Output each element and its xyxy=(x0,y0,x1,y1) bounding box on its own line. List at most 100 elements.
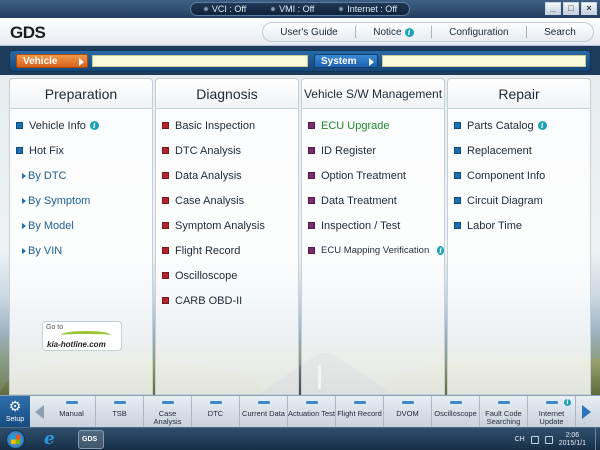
system-button[interactable]: System xyxy=(314,54,378,68)
id-register-item[interactable]: ID Register xyxy=(302,138,444,163)
bullet-icon xyxy=(162,272,169,279)
data-treatment-item[interactable]: Data Treatment xyxy=(302,188,444,213)
data-analysis-label: Data Analysis xyxy=(175,169,242,182)
flight-record-item[interactable]: Flight Record xyxy=(156,238,298,263)
basic-inspection-item[interactable]: Basic Inspection xyxy=(156,113,298,138)
labor-time-item[interactable]: Labor Time xyxy=(448,213,590,238)
ecu-upgrade-item[interactable]: ECU Upgrade xyxy=(302,113,444,138)
inspection-test-item[interactable]: Inspection / Test xyxy=(302,213,444,238)
tab-flight-record[interactable]: Flight Record xyxy=(336,396,384,428)
component-info-item[interactable]: Component Info xyxy=(448,163,590,188)
ecu-upgrade-label: ECU Upgrade xyxy=(321,119,390,132)
scroll-right-button[interactable] xyxy=(580,402,592,422)
arrow-right-icon xyxy=(22,197,26,204)
diagnosis-title: Diagnosis xyxy=(156,79,298,109)
taskbar: e GDS CH 2:06 2015/1/1 xyxy=(0,427,600,450)
configuration-link[interactable]: Configuration xyxy=(432,27,526,38)
kia-hotline-link[interactable]: Go to kia-hotline.com xyxy=(42,321,122,351)
users-guide-link[interactable]: User's Guide xyxy=(263,27,355,38)
by-vin-item[interactable]: By VIN xyxy=(10,238,152,263)
internet-led-icon xyxy=(338,6,345,12)
internet-explorer-icon[interactable]: e xyxy=(40,429,66,449)
show-desktop-button[interactable] xyxy=(595,428,600,450)
symptom-analysis-item[interactable]: Symptom Analysis xyxy=(156,213,298,238)
start-button[interactable] xyxy=(6,430,25,449)
by-dtc-item[interactable]: By DTC xyxy=(10,163,152,188)
oscilloscope-item[interactable]: Oscilloscope xyxy=(156,263,298,288)
vehicle-sw-title: Vehicle S/W Management xyxy=(302,79,444,109)
system-field[interactable] xyxy=(382,55,586,67)
tab-current-data[interactable]: Current Data xyxy=(240,396,288,428)
ecu-mapping-verification-item[interactable]: ECU Mapping Verification i xyxy=(302,238,444,263)
gds-logo: GDS xyxy=(10,23,46,42)
language-indicator[interactable]: CH xyxy=(515,436,525,443)
tab-dtc-label: DTC xyxy=(207,409,224,418)
tab-actuation-test[interactable]: Actuation Test xyxy=(288,396,336,428)
hot-fix-item[interactable]: Hot Fix xyxy=(10,138,152,163)
volume-icon[interactable] xyxy=(544,435,553,444)
search-link[interactable]: Search xyxy=(527,27,593,38)
window-controls: _ □ × xyxy=(545,2,597,15)
by-dtc-label: By DTC xyxy=(28,169,67,182)
bullet-icon xyxy=(162,147,169,154)
car-swoosh-icon xyxy=(61,331,111,339)
tab-dvom[interactable]: DVOM xyxy=(384,396,432,428)
kia-hotline-url: kia-hotline.com xyxy=(47,340,106,349)
by-model-item[interactable]: By Model xyxy=(10,213,152,238)
vehicle-button[interactable]: Vehicle xyxy=(16,54,88,68)
gds-taskbar-button[interactable]: GDS xyxy=(78,430,104,449)
parts-catalog-item[interactable]: Parts Catalog i xyxy=(448,113,590,138)
info-icon: i xyxy=(537,121,547,130)
tab-internet-update[interactable]: i Internet Update xyxy=(528,396,576,428)
vehicle-field[interactable] xyxy=(92,55,308,67)
vehicle-info-item[interactable]: Vehicle Info i xyxy=(10,113,152,138)
dtc-analysis-item[interactable]: DTC Analysis xyxy=(156,138,298,163)
info-icon: i xyxy=(404,27,414,37)
vehicle-sw-column: Vehicle S/W Management ECU Upgrade ID Re… xyxy=(301,78,445,395)
tab-actuation-test-label: Actuation Test xyxy=(288,409,335,418)
vmi-led-icon xyxy=(270,6,277,12)
tab-tsb[interactable]: TSB xyxy=(96,396,144,428)
bullet-icon xyxy=(308,122,315,129)
notice-link[interactable]: Notice i xyxy=(356,27,431,38)
option-treatment-label: Option Treatment xyxy=(321,169,406,182)
preparation-column: Preparation Vehicle Info i Hot Fix By DTC… xyxy=(9,78,153,395)
carb-obd-label: CARB OBD-II xyxy=(175,294,243,307)
tab-case-analysis[interactable]: Case Analysis xyxy=(144,396,192,428)
arrow-right-icon xyxy=(22,172,26,179)
data-analysis-item[interactable]: Data Analysis xyxy=(156,163,298,188)
carb-obd-item[interactable]: CARB OBD-II xyxy=(156,288,298,313)
by-symptom-label: By Symptom xyxy=(28,194,91,207)
option-treatment-item[interactable]: Option Treatment xyxy=(302,163,444,188)
connection-status-bar: VCI : Off VMI : Off Internet : Off xyxy=(190,2,410,16)
oscilloscope-label: Oscilloscope xyxy=(175,269,238,282)
top-menu: User's Guide Notice i Configuration Searc… xyxy=(262,22,594,42)
network-icon[interactable] xyxy=(530,435,539,444)
tab-manual-label: Manual xyxy=(59,409,84,418)
component-info-label: Component Info xyxy=(467,169,546,182)
tab-fault-code-searching[interactable]: Fault Code Searching xyxy=(480,396,528,428)
tab-oscilloscope-label: Oscilloscope xyxy=(434,409,477,418)
bullet-icon xyxy=(162,297,169,304)
bullet-icon xyxy=(162,172,169,179)
bullet-icon xyxy=(162,197,169,204)
clock[interactable]: 2:06 2015/1/1 xyxy=(559,432,586,448)
function-bar: ⚙ Setup Manual TSB Case Analysis DTC Cur… xyxy=(0,395,600,428)
replacement-item[interactable]: Replacement xyxy=(448,138,590,163)
tab-oscilloscope[interactable]: Oscilloscope xyxy=(432,396,480,428)
minimize-button[interactable]: _ xyxy=(545,2,561,15)
by-symptom-item[interactable]: By Symptom xyxy=(10,188,152,213)
tab-manual[interactable]: Manual xyxy=(48,396,96,428)
maximize-button[interactable]: □ xyxy=(563,2,579,15)
case-analysis-item[interactable]: Case Analysis xyxy=(156,188,298,213)
arrow-right-icon xyxy=(369,58,374,66)
setup-button[interactable]: ⚙ Setup xyxy=(0,396,30,428)
vmi-status-label: VMI : Off xyxy=(279,4,315,14)
close-button[interactable]: × xyxy=(581,2,597,15)
ecu-mapping-verification-label: ECU Mapping Verification xyxy=(321,245,430,256)
scroll-left-button[interactable] xyxy=(34,402,46,422)
circuit-diagram-item[interactable]: Circuit Diagram xyxy=(448,188,590,213)
tab-dtc[interactable]: DTC xyxy=(192,396,240,428)
diagnosis-column: Diagnosis Basic Inspection DTC Analysis … xyxy=(155,78,299,395)
vci-status: VCI : Off xyxy=(202,4,246,14)
